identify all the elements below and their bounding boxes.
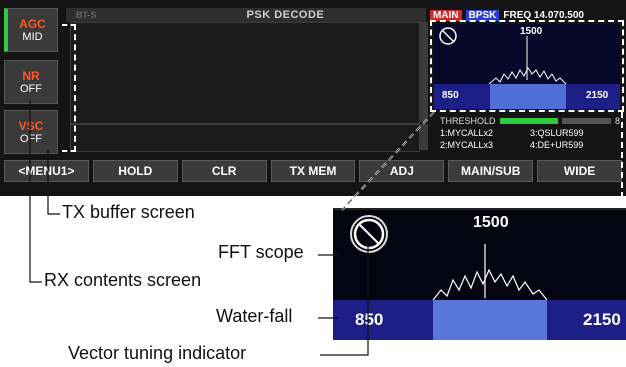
tx-buffer-callout: TX buffer screen bbox=[62, 202, 195, 222]
callout-lines bbox=[29, 100, 623, 356]
fft-scope-callout: FFT scope bbox=[218, 242, 304, 262]
rx-contents-callout: RX contents screen bbox=[44, 270, 202, 290]
waterfall-callout: Water-fall bbox=[216, 306, 293, 326]
vector-tuning-callout: Vector tuning indicator bbox=[68, 343, 247, 363]
